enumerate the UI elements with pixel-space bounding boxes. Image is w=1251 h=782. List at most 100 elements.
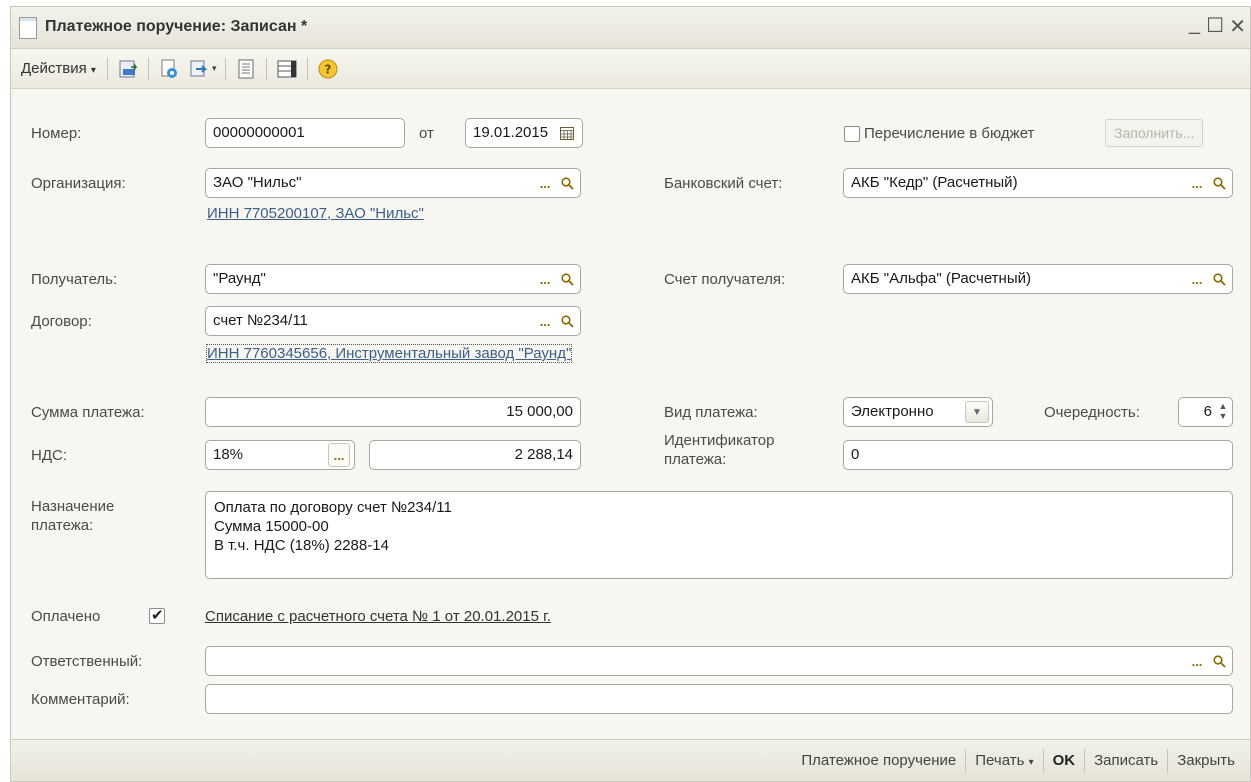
select-ellipsis-icon[interactable]: ...	[534, 309, 556, 333]
purpose-textarea[interactable]: Оплата по договору счет №234/11 Сумма 15…	[205, 491, 1233, 579]
toolbar-separator	[225, 57, 227, 80]
bank-writeoff-link[interactable]: Списание с расчетного счета № 1 от 20.01…	[205, 608, 551, 625]
payment-id-value: 0	[851, 446, 860, 463]
maximize-icon[interactable]: ☐	[1206, 13, 1224, 38]
recipient-label: Получатель:	[31, 271, 118, 288]
spin-updown-icon[interactable]: ▲ ▼	[1217, 401, 1229, 423]
number-field[interactable]: 00000000001	[205, 118, 405, 148]
payment-id-field[interactable]: 0	[843, 440, 1233, 470]
amount-label: Сумма платежа:	[31, 404, 145, 421]
recipient-value: "Раунд"	[213, 270, 266, 287]
svg-text:?: ?	[325, 62, 332, 76]
recipient-account-label: Счет получателя:	[664, 271, 786, 288]
date-value: 19.01.2015	[473, 124, 549, 141]
number-value: 00000000001	[213, 124, 305, 141]
budget-transfer-checkbox[interactable]	[844, 126, 860, 142]
journal-icon[interactable]	[233, 56, 259, 82]
payment-type-value: Электронно	[851, 403, 934, 420]
help-icon[interactable]: ?	[315, 56, 341, 82]
toolbar-separator	[307, 57, 309, 80]
recipient-account-value: АКБ "Альфа" (Расчетный)	[851, 270, 1031, 287]
payment-id-label-line2: платежа:	[664, 451, 727, 468]
payment-id-label-line1: Идентификатор	[664, 432, 775, 449]
select-ellipsis-icon[interactable]: ...	[328, 443, 350, 467]
organization-value: ЗАО "Нильс"	[213, 174, 302, 191]
close-button[interactable]: Закрыть	[1168, 748, 1244, 773]
open-search-icon[interactable]	[1208, 267, 1230, 291]
vat-label: НДС:	[31, 447, 67, 464]
bank-account-value: АКБ "Кедр" (Расчетный)	[851, 174, 1018, 191]
select-ellipsis-icon[interactable]: ...	[1186, 649, 1208, 673]
recipient-field[interactable]: "Раунд" ...	[205, 264, 581, 294]
payment-type-label: Вид платежа:	[664, 404, 758, 421]
contract-inn-link[interactable]: ИНН 7760345656, Инструментальный завод "…	[205, 344, 573, 363]
organization-field[interactable]: ЗАО "Нильс" ...	[205, 168, 581, 198]
fill-button[interactable]: Заполнить...	[1105, 119, 1204, 147]
purpose-label-line1: Назначение	[31, 498, 115, 515]
amount-value: 15 000,00	[506, 403, 573, 420]
payment-id-label: Идентификатор платежа:	[664, 431, 774, 469]
select-ellipsis-icon[interactable]: ...	[1186, 171, 1208, 195]
copy-document-icon[interactable]	[156, 56, 182, 82]
comment-label: Комментарий:	[31, 691, 130, 708]
date-field[interactable]: 19.01.2015	[465, 118, 583, 148]
bank-account-field[interactable]: АКБ "Кедр" (Расчетный) ...	[843, 168, 1233, 198]
list-icon[interactable]	[274, 56, 300, 82]
vat-rate-field[interactable]: 18% ...	[205, 440, 355, 470]
payment-order-window: Платежное поручение: Записан * _ ☐ ✕ Дей…	[10, 6, 1251, 782]
purpose-line: Сумма 15000-00	[214, 518, 329, 535]
print-label: Печать	[975, 752, 1025, 769]
responsible-field[interactable]: ...	[205, 646, 1233, 676]
toolbar-separator	[106, 57, 108, 80]
paid-label: Оплачено	[31, 608, 101, 625]
organization-label: Организация:	[31, 175, 126, 192]
comment-field[interactable]	[205, 684, 1233, 714]
paid-checkbox[interactable]	[149, 606, 165, 624]
toolbar-separator	[266, 57, 268, 80]
close-icon[interactable]: ✕	[1229, 14, 1246, 39]
navigate-icon[interactable]	[186, 56, 212, 82]
contract-value: счет №234/11	[213, 312, 308, 329]
open-search-icon[interactable]	[556, 309, 578, 333]
contract-label: Договор:	[31, 313, 92, 330]
payment-type-select[interactable]: Электронно ▼	[843, 397, 993, 427]
document-icon	[19, 17, 37, 39]
budget-transfer-label: Перечисление в бюджет	[864, 125, 1035, 142]
payment-order-button[interactable]: Платежное поручение	[792, 748, 965, 773]
calendar-icon[interactable]	[556, 121, 578, 145]
select-ellipsis-icon[interactable]: ...	[1186, 267, 1208, 291]
footer-bar: Платежное поручение Печать ▾ OK Записать…	[11, 739, 1250, 781]
priority-field[interactable]: 6 ▲ ▼	[1178, 397, 1233, 427]
minimize-icon[interactable]: _	[1189, 13, 1200, 36]
purpose-label: Назначение платежа:	[31, 497, 114, 535]
toolbar: Действия ▾ ▾ ?	[11, 49, 1250, 89]
contract-field[interactable]: счет №234/11 ...	[205, 306, 581, 336]
priority-label: Очередность:	[1044, 404, 1140, 421]
number-label: Номер:	[31, 125, 82, 142]
select-ellipsis-icon[interactable]: ...	[534, 171, 556, 195]
toolbar-separator	[147, 57, 149, 80]
open-search-icon[interactable]	[1208, 649, 1230, 673]
actions-label: Действия	[21, 60, 87, 77]
vat-rate-value: 18%	[213, 446, 244, 463]
vat-amount-field[interactable]: 2 288,14	[369, 440, 581, 470]
responsible-label: Ответственный:	[31, 653, 143, 670]
title-bar: Платежное поручение: Записан * _ ☐ ✕	[11, 7, 1250, 49]
chevron-down-icon[interactable]: ▼	[965, 401, 989, 423]
navigate-dropdown-icon[interactable]: ▾	[212, 63, 217, 74]
recipient-account-field[interactable]: АКБ "Альфа" (Расчетный) ...	[843, 264, 1233, 294]
print-menu-button[interactable]: Печать ▾	[966, 748, 1042, 773]
purpose-label-line2: платежа:	[31, 517, 94, 534]
open-search-icon[interactable]	[556, 171, 578, 195]
ok-button[interactable]: OK	[1044, 748, 1085, 773]
actions-menu-button[interactable]: Действия ▾	[15, 56, 102, 81]
amount-field[interactable]: 15 000,00	[205, 397, 581, 427]
open-search-icon[interactable]	[1208, 171, 1230, 195]
post-document-icon[interactable]	[115, 56, 141, 82]
bank-account-label: Банковский счет:	[664, 175, 783, 192]
organization-inn-link[interactable]: ИНН 7705200107, ЗАО "Нильс"	[207, 205, 424, 222]
date-label: от	[419, 125, 434, 142]
select-ellipsis-icon[interactable]: ...	[534, 267, 556, 291]
save-button[interactable]: Записать	[1085, 748, 1167, 773]
open-search-icon[interactable]	[556, 267, 578, 291]
